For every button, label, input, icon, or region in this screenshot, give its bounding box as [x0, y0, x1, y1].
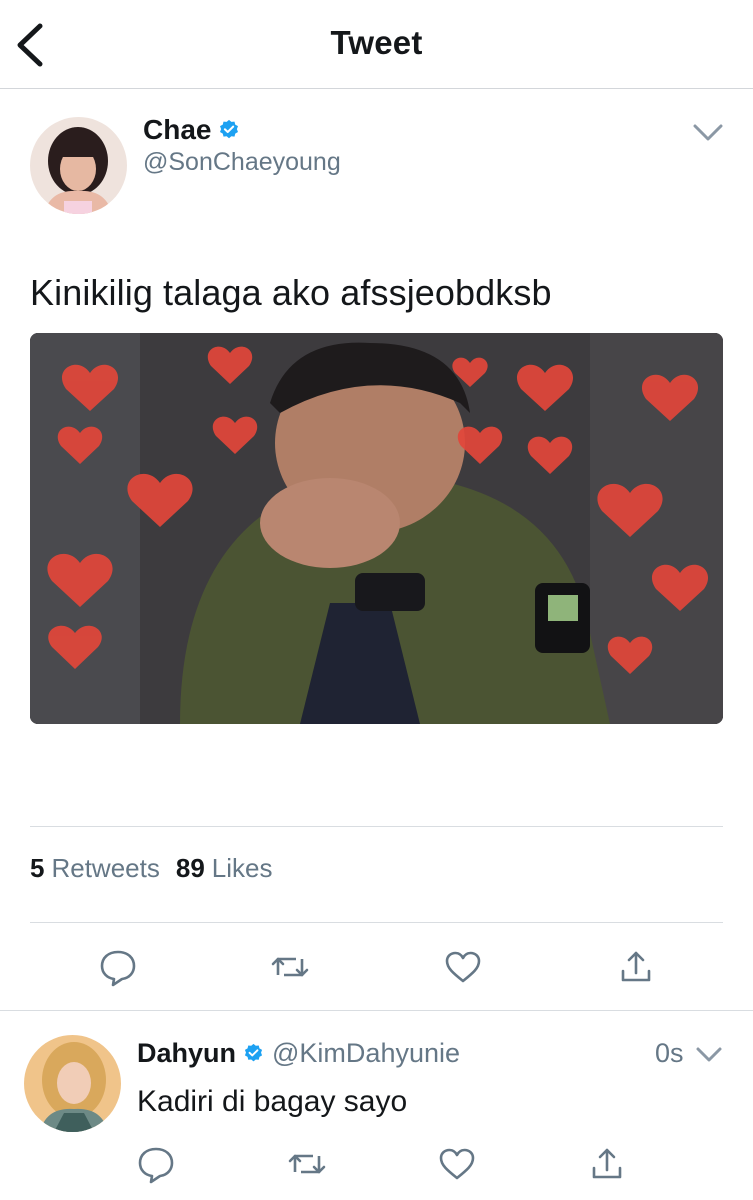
author-avatar[interactable] — [30, 117, 127, 214]
like-count: 89 — [175, 853, 205, 883]
top-bar: Tweet — [0, 0, 753, 89]
stats-divider-top — [30, 826, 723, 827]
reply-author-handle: @KimDahyunie — [272, 1038, 461, 1068]
reply-author-name[interactable]: Dahyun — [137, 1038, 236, 1069]
author-name: Chae — [143, 114, 212, 145]
reply-text: Kadiri di bagay sayo — [137, 1085, 408, 1118]
share-icon[interactable] — [616, 947, 656, 987]
reply-timestamp: 0s — [655, 1038, 684, 1068]
like-heart-icon[interactable] — [437, 1144, 477, 1184]
retweets-label: Retweets — [51, 853, 160, 883]
tweet-text: Kinikilig talaga ako afssjeobdksb — [30, 272, 552, 313]
retweet-count: 5 — [30, 853, 45, 883]
reply-icon[interactable] — [98, 947, 138, 987]
retweet-icon[interactable] — [287, 1144, 327, 1184]
chevron-down-icon[interactable] — [690, 118, 726, 148]
reply-section-divider — [0, 1010, 753, 1011]
page-title: Tweet — [330, 24, 423, 61]
chevron-down-icon[interactable] — [694, 1043, 724, 1067]
reply-icon[interactable] — [136, 1144, 176, 1184]
author-name-row[interactable]: Chae — [143, 114, 240, 146]
reply-author-avatar[interactable] — [24, 1035, 121, 1132]
verified-badge-icon — [220, 119, 239, 139]
tweet-stats: 5 Retweets 89 Likes — [30, 853, 288, 884]
retweets-stat[interactable]: 5 Retweets — [30, 853, 160, 884]
author-handle: @SonChaeyoung — [143, 148, 341, 176]
likes-label: Likes — [211, 853, 273, 883]
reply-header: Dahyun @KimDahyunie — [137, 1038, 460, 1069]
share-icon[interactable] — [587, 1144, 627, 1184]
retweet-icon[interactable] — [270, 947, 310, 987]
tweet-media-image[interactable] — [30, 333, 723, 724]
stats-divider-bottom — [30, 922, 723, 923]
like-heart-icon[interactable] — [443, 947, 483, 987]
verified-badge-icon — [244, 1043, 263, 1062]
likes-stat[interactable]: 89 Likes — [176, 853, 273, 884]
